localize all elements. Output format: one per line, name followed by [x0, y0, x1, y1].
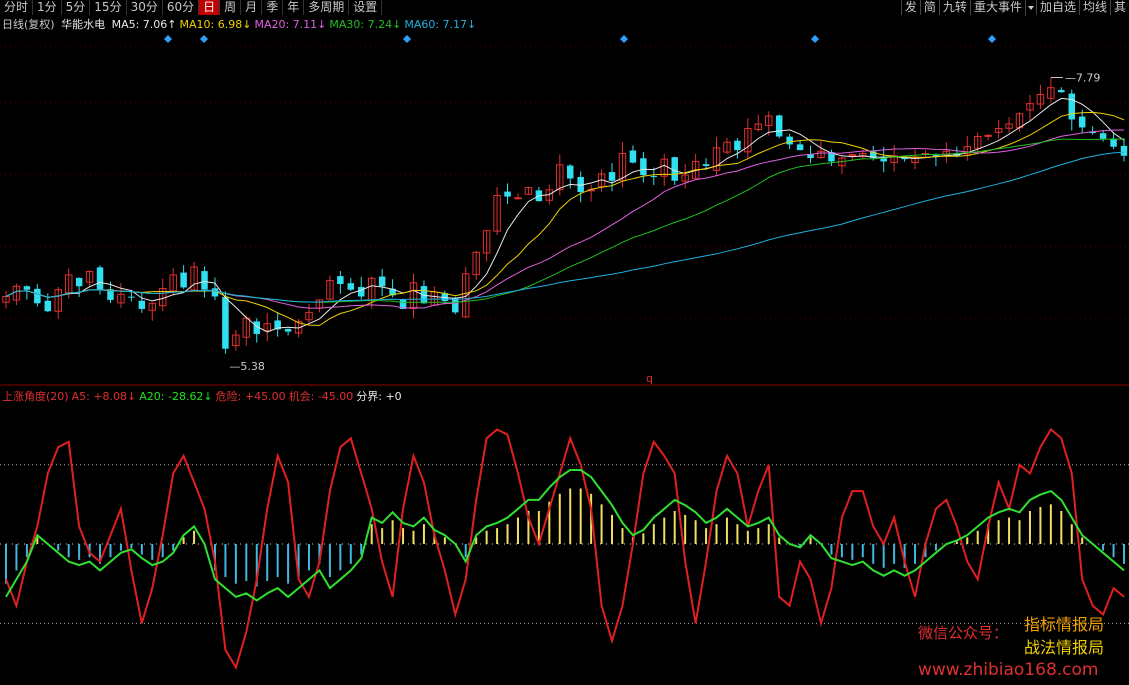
candle-body-107	[1120, 145, 1128, 156]
indicator-legend-item-3: 危险: +45.00	[215, 390, 286, 403]
signal-diamond-icon-0	[164, 35, 172, 43]
candle-body-58	[608, 172, 616, 181]
watermark-wechat-label: 微信公众号：	[918, 624, 1009, 642]
signal-diamond-icon-2	[403, 35, 411, 43]
indicator-legend-item-5: 分界: +0	[356, 390, 402, 403]
candle-body-60	[629, 150, 637, 163]
candle-body-67	[702, 164, 710, 166]
watermark-name-2: 战法情报局	[1024, 638, 1105, 657]
candle-body-4	[44, 300, 52, 312]
candle-body-94	[984, 134, 992, 137]
candle-body-9	[96, 267, 104, 290]
candle-body-21	[222, 297, 229, 349]
ma10-line	[5, 111, 1125, 326]
candle-body-32	[337, 276, 344, 285]
a20-line	[5, 469, 1125, 602]
candle-body-43	[452, 298, 459, 313]
candle-body-34	[358, 287, 365, 297]
candle-body-33	[347, 283, 355, 290]
candle-body-74	[775, 115, 783, 137]
candle-body-36	[378, 276, 386, 287]
marker-label: q	[646, 372, 653, 385]
signal-diamond-icon-1	[200, 35, 208, 43]
indicator-legend: 上涨角度(20) A5: +8.08↓ A20: -28.62↓ 危险: +45.00…	[2, 390, 405, 403]
candle-body-27	[284, 328, 292, 332]
chart-canvas[interactable]: —7.79 —5.38 q	[0, 0, 1129, 685]
candle-body-17	[180, 272, 187, 288]
signal-diamond-icon-3	[620, 35, 628, 43]
candle-body-70	[734, 140, 741, 151]
ma30-line	[5, 138, 1124, 303]
candle-body-62	[650, 176, 658, 178]
candle-body-105	[1099, 133, 1107, 139]
candle-body-19	[201, 271, 208, 290]
indicator-legend-item-1: A5: +8.08↓	[71, 390, 137, 403]
candle-body-101	[1058, 89, 1065, 93]
candle-body-76	[796, 144, 804, 151]
candle-body-75	[786, 136, 793, 145]
signal-diamond-icon-4	[811, 35, 819, 43]
candle-body-61	[640, 158, 647, 176]
low-price-label: —5.38	[229, 360, 265, 373]
stock-chart-window: 分时 1分 5分 15分 30分 60分日周月季年多周期 设置 发 简 九转 重大事件 加自…	[0, 0, 1129, 685]
candle-body-81	[848, 154, 857, 157]
candle-body-106	[1110, 138, 1117, 147]
indicator-legend-item-2: A20: -28.62↓	[139, 390, 213, 403]
candle-body-12	[128, 296, 135, 298]
high-price-label: —7.79	[1065, 71, 1101, 84]
candle-body-64	[671, 157, 678, 181]
ma5-line	[5, 97, 1125, 333]
candle-body-7	[75, 277, 83, 287]
candle-body-48	[504, 191, 511, 197]
candle-body-2	[23, 286, 31, 290]
candle-body-49	[514, 197, 522, 200]
watermark-url: www.zhibiao168.com	[918, 660, 1099, 680]
candle-body-102	[1068, 93, 1075, 120]
signal-diamond-icon-5	[988, 35, 996, 43]
candle-body-54	[566, 165, 574, 179]
indicator-legend-item-0: 上涨角度(20)	[2, 390, 69, 403]
watermark-name-1: 指标情报局	[1024, 615, 1105, 634]
indicator-legend-item-4: 机会: -45.00	[288, 390, 354, 403]
candle-body-13	[138, 300, 146, 309]
candle-body-3	[34, 288, 41, 304]
candle-body-103	[1078, 116, 1086, 128]
